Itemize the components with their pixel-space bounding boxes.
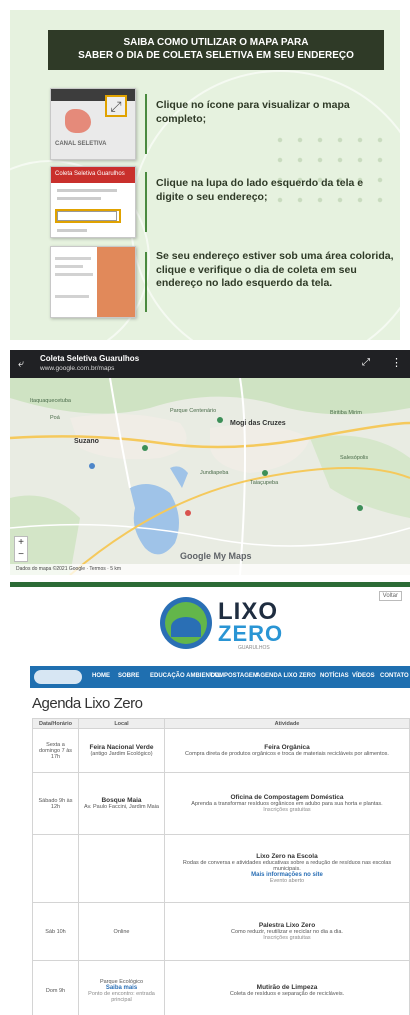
activity-extra: Inscrições gratuitas xyxy=(263,935,311,941)
title-line-2: SABER O DIA DE COLETA SELETIVA EM SEU EN… xyxy=(78,50,354,61)
row-date: Dom 9h xyxy=(32,960,79,1015)
row-local xyxy=(78,834,165,903)
activity-title: Palestra Lixo Zero xyxy=(258,922,316,929)
activity-text: Compra direta de produtos orgânicos e tr… xyxy=(185,751,389,757)
activity-extra: Evento aberto xyxy=(269,878,305,884)
table-row: Sexta a domingo 7 às 17h Feira Nacional … xyxy=(32,728,410,773)
thumb-header: Coleta Seletiva Guarulhos xyxy=(51,167,135,183)
nav-noticias[interactable]: NOTÍCIAS xyxy=(320,673,349,679)
fullscreen-icon[interactable]: ⤢ xyxy=(362,357,370,368)
place-label: Salesópolis xyxy=(340,455,369,461)
title-line-1: SAIBA COMO UTILIZAR O MAPA PARA xyxy=(123,37,309,48)
row-activity: Palestra Lixo Zero Como reduzir, reutili… xyxy=(164,902,410,961)
nav-videos[interactable]: VÍDEOS xyxy=(352,673,375,679)
activity-text: Rodas de conversa e atividades educativa… xyxy=(182,860,392,872)
step-2-screenshot: Coleta Seletiva Guarulhos xyxy=(50,166,136,238)
activity-text: Coleta de resíduos e separação de recicl… xyxy=(229,991,345,997)
table-row: Lixo Zero na Escola Rodas de conversa e … xyxy=(32,834,410,903)
row-date xyxy=(32,834,79,903)
map-url[interactable]: www.google.com.br/maps xyxy=(40,365,114,372)
map-title: Coleta Seletiva Guarulhos xyxy=(40,354,140,363)
row-local: Bosque Maia Av. Paulo Faccini, Jardim Ma… xyxy=(78,772,165,835)
step-1-text: Clique no ícone para visualizar o mapa c… xyxy=(156,99,350,125)
row-activity: Oficina de Compostagem Doméstica Aprenda… xyxy=(164,772,410,835)
row-date: Sábado 9h às 12h xyxy=(32,772,79,835)
step-3: Se seu endereço estiver sob uma área col… xyxy=(50,246,395,318)
nav-sobre[interactable]: SOBRE xyxy=(118,673,139,679)
back-arrow-icon[interactable]: ⤶ xyxy=(18,358,24,371)
row-date: Sexta a domingo 7 às 17h xyxy=(32,728,79,773)
local-sub: Ponto de encontro: entrada principal xyxy=(88,990,155,1003)
map-instructions-banner: SAIBA COMO UTILIZAR O MAPA PARA SABER O … xyxy=(10,10,400,340)
expand-icon: ⤢ xyxy=(105,95,127,117)
local-title: Feira Nacional Verde xyxy=(89,744,154,751)
row-local: Parque Ecológico Saiba mais Ponto de enc… xyxy=(78,960,165,1015)
map-attribution: Dados do mapa ©2021 Google · Termos · 5 … xyxy=(10,564,410,575)
step-1: ⤢ CANAL SELETIVA Clique no ícone para vi… xyxy=(50,88,395,160)
local-sub: Av. Paulo Faccini, Jardim Maia xyxy=(84,804,159,810)
table-row: Sáb 10h Online Palestra Lixo Zero Como r… xyxy=(32,902,410,961)
place-label: Biritiba Mirim xyxy=(330,410,362,416)
step-2-text: Clique na lupa do lado esquerdo da tela … xyxy=(156,177,364,203)
corner-link[interactable]: Voltar xyxy=(378,591,402,601)
nav-brand[interactable] xyxy=(34,670,82,684)
zoom-controls: + − xyxy=(14,536,28,562)
lixo-zero-page: Voltar LIXO ZERO GUARULHOS HOME SOBRE ED… xyxy=(10,582,410,1015)
logo-word-2: ZERO xyxy=(218,621,284,646)
activity-title: Lixo Zero na Escola xyxy=(256,853,318,860)
lixo-zero-logo[interactable]: LIXO ZERO GUARULHOS xyxy=(160,597,290,657)
embedded-map[interactable]: ⤶ Coleta Seletiva Guarulhos www.google.c… xyxy=(10,350,410,575)
place-label: Suzano xyxy=(74,438,99,445)
activity-title: Feira Orgânica xyxy=(264,744,310,751)
row-local: Online xyxy=(78,902,165,961)
row-activity: Mutirão de Limpeza Coleta de resíduos e … xyxy=(164,960,410,1015)
step-3-text: Se seu endereço estiver sob uma área col… xyxy=(156,250,394,289)
page-title: Agenda Lixo Zero xyxy=(32,695,143,712)
place-label: Mogi das Cruzes xyxy=(230,420,286,427)
activity-extra: Inscrições gratuitas xyxy=(263,807,311,813)
place-label: Jundiapeba xyxy=(200,470,229,476)
local-sub: (antigo Jardim Ecológico) xyxy=(90,751,153,757)
table-row: Dom 9h Parque Ecológico Saiba mais Ponto… xyxy=(32,960,410,1015)
local-title: Bosque Maia xyxy=(101,797,142,804)
place-label: Itaquaquecetuba xyxy=(30,398,71,404)
column-header: Atividade xyxy=(164,718,410,729)
step-3-screenshot xyxy=(50,246,136,318)
nav-home[interactable]: HOME xyxy=(92,673,110,679)
main-navigation: HOME SOBRE EDUCAÇÃO AMBIENTAL COMPOSTAGE… xyxy=(30,666,410,688)
row-local: Feira Nacional Verde (antigo Jardim Ecol… xyxy=(78,728,165,773)
more-options-icon[interactable]: ⋮ xyxy=(391,356,402,369)
thumb-label: CANAL SELETIVA xyxy=(55,141,107,147)
row-activity: Feira Orgânica Compra direta de produtos… xyxy=(164,728,410,773)
step-2: Coleta Seletiva Guarulhos Clique na lupa… xyxy=(50,166,395,238)
instructions-title: SAIBA COMO UTILIZAR O MAPA PARA SABER O … xyxy=(48,30,384,70)
place-label: Taiaçupeba xyxy=(250,480,279,486)
column-header: Local xyxy=(78,718,165,729)
activity-title: Mutirão de Limpeza xyxy=(256,984,318,991)
map-header: ⤶ Coleta Seletiva Guarulhos www.google.c… xyxy=(10,350,410,378)
place-label: Poá xyxy=(50,415,60,421)
table-row: Sábado 9h às 12h Bosque Maia Av. Paulo F… xyxy=(32,772,410,835)
nav-contato[interactable]: CONTATO xyxy=(380,673,409,679)
zoom-out-button[interactable]: − xyxy=(15,549,27,561)
nav-compostagem[interactable]: COMPOSTAGEM xyxy=(210,673,258,679)
column-header: Data/Horário xyxy=(32,718,79,729)
google-logo: Google My Maps xyxy=(180,551,252,561)
zoom-in-button[interactable]: + xyxy=(15,537,27,549)
logo-tagline: GUARULHOS xyxy=(238,645,270,651)
nav-agenda[interactable]: AGENDA LIXO ZERO xyxy=(256,673,316,679)
step-1-screenshot: ⤢ CANAL SELETIVA xyxy=(50,88,136,160)
agenda-table: Data/Horário Local Atividade Sexta a dom… xyxy=(32,718,410,1015)
activity-title: Oficina de Compostagem Doméstica xyxy=(230,794,344,801)
row-date: Sáb 10h xyxy=(32,902,79,961)
row-activity: Lixo Zero na Escola Rodas de conversa e … xyxy=(164,834,410,903)
place-label: Parque Centenário xyxy=(170,408,217,414)
